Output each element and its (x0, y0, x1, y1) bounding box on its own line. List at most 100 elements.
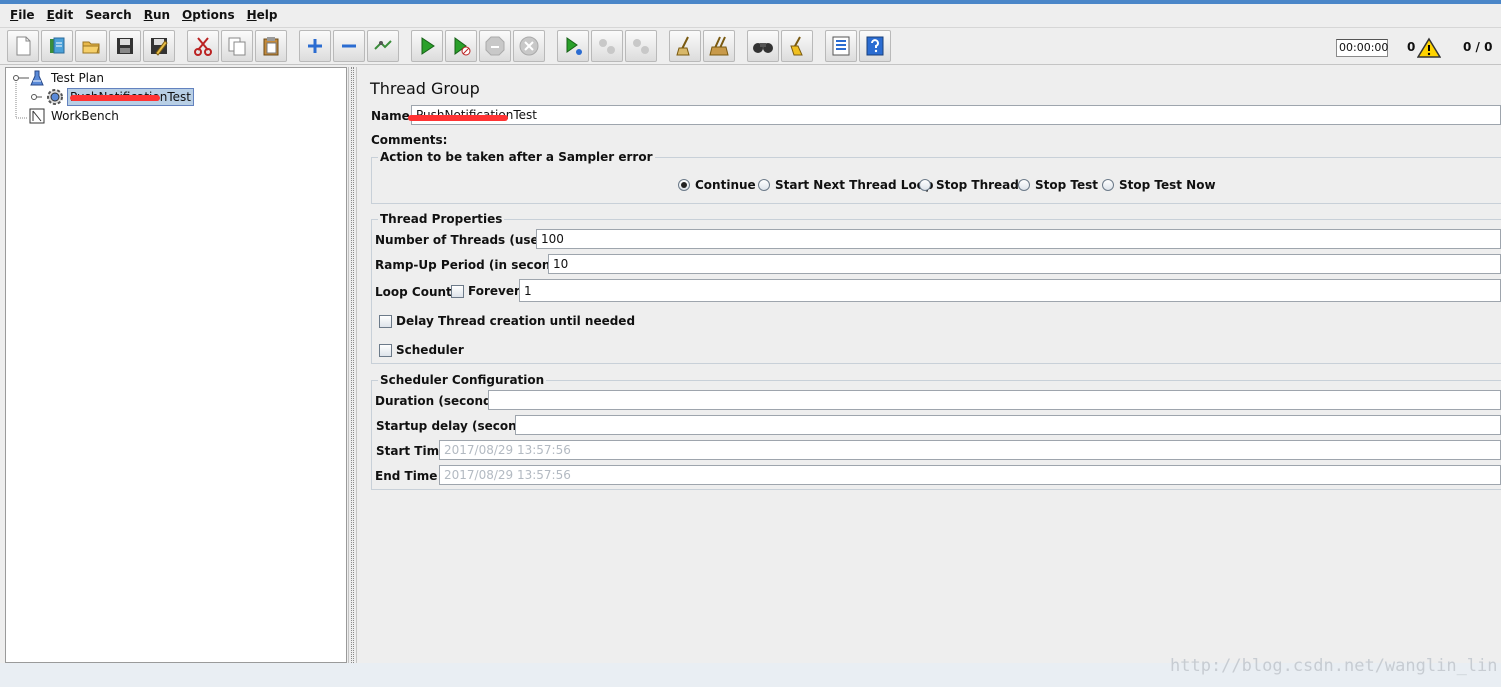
radio-stop-thread[interactable]: Stop Thread (919, 178, 1019, 192)
clear-button[interactable] (669, 30, 701, 62)
stop-button[interactable] (479, 30, 511, 62)
remote-start-button[interactable] (557, 30, 589, 62)
thread-properties-legend: Thread Properties (378, 212, 505, 226)
reset-search-button[interactable] (781, 30, 813, 62)
thread-group-panel: Thread Group Name: PushNotificationTest … (358, 67, 1501, 663)
threads-field[interactable]: 100 (536, 229, 1501, 249)
radio-indicator (758, 179, 770, 191)
copy-button[interactable] (221, 30, 253, 62)
rampup-field[interactable]: 10 (548, 254, 1501, 274)
checkbox-box (451, 284, 464, 298)
open-button[interactable] (75, 30, 107, 62)
rampup-label: Ramp-Up Period (in seconds): (375, 258, 577, 272)
toggle-icon (374, 40, 392, 50)
templates-icon (50, 37, 65, 54)
end-time-label: End Time (375, 469, 438, 483)
test-plan-tree: Test Plan PushNotificationTest WorkBench (5, 67, 347, 663)
search-button[interactable] (747, 30, 779, 62)
delay-thread-creation-checkbox[interactable]: Delay Thread creation until needed (379, 314, 635, 328)
copy-icon (228, 37, 246, 56)
remote-start-icon (566, 37, 582, 55)
expand-icon (308, 39, 322, 53)
scheduler-config-legend: Scheduler Configuration (378, 373, 547, 387)
collapse-all-button[interactable] (333, 30, 365, 62)
startup-delay-label: Startup delay (seconds) (376, 419, 538, 433)
threads-label: Number of Threads (users): (375, 233, 563, 247)
tree-node-test-plan[interactable]: Test Plan (28, 69, 106, 87)
start-time-label: Start Time (376, 444, 448, 458)
start-no-pauses-button[interactable] (445, 30, 477, 62)
tree-label: WorkBench (51, 109, 119, 123)
remote-stop-icon (599, 39, 615, 54)
warning-count: 0 (1407, 40, 1416, 54)
start-button[interactable] (411, 30, 443, 62)
radio-indicator (919, 179, 931, 191)
start-no-pauses-icon (454, 37, 471, 56)
workbench-icon (29, 108, 45, 124)
shutdown-button[interactable] (513, 30, 545, 62)
remote-stop-button[interactable] (591, 30, 623, 62)
name-field[interactable]: PushNotificationTest (411, 105, 1501, 125)
radio-indicator (1102, 179, 1114, 191)
split-pane-divider[interactable] (348, 67, 357, 663)
save-icon (117, 38, 133, 54)
clear-all-button[interactable] (703, 30, 735, 62)
radio-indicator (1018, 179, 1030, 191)
active-threads: 0 / 0 (1463, 40, 1493, 54)
redaction-mark (70, 95, 160, 101)
thread-group-gear-icon (47, 89, 63, 105)
radio-stop-test[interactable]: Stop Test (1018, 178, 1098, 192)
radio-continue[interactable]: Continue (678, 178, 756, 192)
elapsed-time: 00:00:00 (1336, 39, 1388, 57)
duration-field[interactable] (488, 390, 1501, 410)
clear-icon (676, 36, 690, 56)
startup-delay-field[interactable] (515, 415, 1501, 435)
start-icon (421, 37, 435, 55)
radio-stop-test-now[interactable]: Stop Test Now (1102, 178, 1216, 192)
menu-file[interactable]: File (4, 8, 41, 22)
end-time-field[interactable]: 2017/08/29 13:57:56 (439, 465, 1501, 485)
shutdown-icon (519, 36, 539, 56)
scheduler-checkbox[interactable]: Scheduler (379, 343, 464, 357)
cut-icon (194, 37, 212, 56)
function-helper-icon (832, 36, 850, 56)
checkbox-box (379, 343, 392, 357)
radio-indicator-selected (678, 179, 690, 191)
search-icon (753, 43, 773, 53)
loop-count-label: Loop Count: (375, 285, 457, 299)
clear-all-icon (709, 36, 729, 56)
redaction-mark (408, 115, 508, 121)
radio-start-next-thread-loop[interactable]: Start Next Thread Loop (758, 178, 934, 192)
save-as-button[interactable] (143, 30, 175, 62)
open-icon (82, 41, 100, 54)
new-button[interactable] (7, 30, 39, 62)
sampler-error-group: Action to be taken after a Sampler error… (371, 150, 1501, 204)
remote-shutdown-button[interactable] (625, 30, 657, 62)
forever-checkbox[interactable]: Forever (451, 284, 520, 298)
help-icon (866, 36, 884, 56)
menu-options[interactable]: Options (176, 8, 241, 22)
checkbox-box (379, 314, 392, 328)
help-button[interactable] (859, 30, 891, 62)
sampler-error-legend: Action to be taken after a Sampler error (378, 150, 655, 164)
warning-icon[interactable] (1417, 37, 1441, 59)
function-helper-button[interactable] (825, 30, 857, 62)
tree-label: Test Plan (51, 71, 104, 85)
menu-edit[interactable]: Edit (41, 8, 80, 22)
menu-run[interactable]: Run (138, 8, 176, 22)
expand-all-button[interactable] (299, 30, 331, 62)
loop-count-field[interactable]: 1 (519, 279, 1501, 302)
tree-node-workbench[interactable]: WorkBench (28, 107, 121, 125)
save-button[interactable] (109, 30, 141, 62)
cut-button[interactable] (187, 30, 219, 62)
menu-help[interactable]: Help (241, 8, 284, 22)
test-plan-icon (30, 70, 44, 86)
divider-grip (351, 67, 354, 663)
start-time-field[interactable]: 2017/08/29 13:57:56 (439, 440, 1501, 460)
remote-shutdown-icon (633, 39, 649, 54)
new-icon (16, 36, 31, 56)
menu-search[interactable]: Search (79, 8, 137, 22)
toggle-button[interactable] (367, 30, 399, 62)
templates-button[interactable] (41, 30, 73, 62)
paste-button[interactable] (255, 30, 287, 62)
